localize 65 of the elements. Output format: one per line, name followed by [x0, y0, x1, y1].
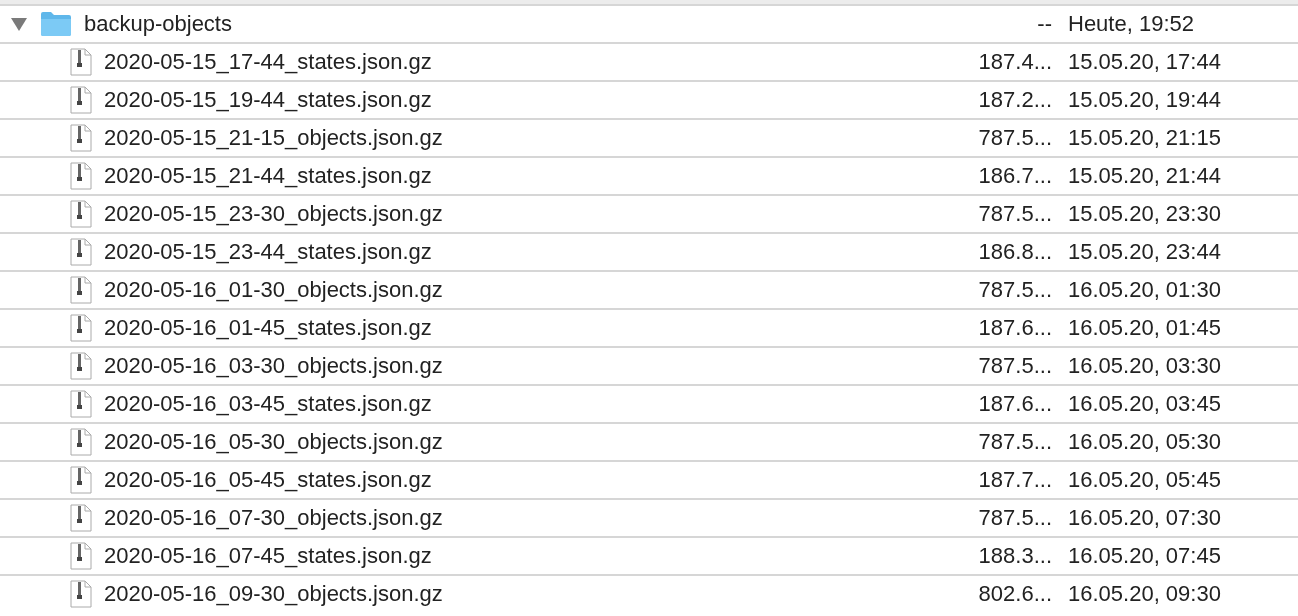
- file-name[interactable]: 2020-05-15_17-44_states.json.gz: [104, 49, 432, 75]
- file-size: 187.2...: [977, 87, 1052, 113]
- modified-date: 15.05.20, 17:44: [1067, 49, 1222, 75]
- modified-date: 16.05.20, 05:45: [1067, 467, 1222, 493]
- file-name[interactable]: 2020-05-16_07-30_objects.json.gz: [104, 505, 443, 531]
- folder-name[interactable]: backup-objects: [84, 11, 232, 37]
- triangle-down-icon[interactable]: [10, 16, 28, 32]
- file-name[interactable]: 2020-05-16_05-45_states.json.gz: [104, 467, 432, 493]
- file-size: 787.5...: [977, 125, 1052, 151]
- file-name[interactable]: 2020-05-16_01-45_states.json.gz: [104, 315, 432, 341]
- file-size: 787.5...: [977, 353, 1052, 379]
- modified-date: 16.05.20, 01:30: [1067, 277, 1222, 303]
- zip-file-icon: [70, 428, 92, 456]
- file-name[interactable]: 2020-05-15_19-44_states.json.gz: [104, 87, 432, 113]
- file-size: 787.5...: [977, 429, 1052, 455]
- file-name[interactable]: 2020-05-16_01-30_objects.json.gz: [104, 277, 443, 303]
- zip-file-icon: [70, 466, 92, 494]
- modified-date: 16.05.20, 03:30: [1067, 353, 1222, 379]
- file-size: 187.6...: [977, 391, 1052, 417]
- file-size: 802.6...: [977, 581, 1052, 607]
- file-name[interactable]: 2020-05-16_03-30_objects.json.gz: [104, 353, 443, 379]
- modified-date: 15.05.20, 23:44: [1067, 239, 1222, 265]
- file-name[interactable]: 2020-05-16_09-30_objects.json.gz: [104, 581, 443, 607]
- zip-file-icon: [70, 504, 92, 532]
- zip-file-icon: [70, 86, 92, 114]
- file-size: 187.4...: [977, 49, 1052, 75]
- zip-file-icon: [70, 124, 92, 152]
- file-name[interactable]: 2020-05-16_03-45_states.json.gz: [104, 391, 432, 417]
- file-size: 787.5...: [977, 277, 1052, 303]
- zip-file-icon: [70, 542, 92, 570]
- file-name[interactable]: 2020-05-15_23-44_states.json.gz: [104, 239, 432, 265]
- zip-file-icon: [70, 162, 92, 190]
- zip-file-icon: [70, 352, 92, 380]
- zip-file-icon: [70, 48, 92, 76]
- file-size: 188.3...: [977, 543, 1052, 569]
- file-size: 787.5...: [977, 505, 1052, 531]
- zip-file-icon: [70, 580, 92, 608]
- modified-date: 16.05.20, 09:30: [1067, 581, 1222, 607]
- modified-date: 16.05.20, 07:45: [1067, 543, 1222, 569]
- zip-file-icon: [70, 238, 92, 266]
- file-size: 187.7...: [977, 467, 1052, 493]
- file-name[interactable]: 2020-05-15_21-15_objects.json.gz: [104, 125, 443, 151]
- modified-date: 16.05.20, 03:45: [1067, 391, 1222, 417]
- file-name[interactable]: 2020-05-15_23-30_objects.json.gz: [104, 201, 443, 227]
- zip-file-icon: [70, 200, 92, 228]
- file-name[interactable]: 2020-05-15_21-44_states.json.gz: [104, 163, 432, 189]
- modified-date: 15.05.20, 21:15: [1067, 125, 1222, 151]
- modified-date: 16.05.20, 05:30: [1067, 429, 1222, 455]
- zip-file-icon: [70, 276, 92, 304]
- file-size: 787.5...: [977, 201, 1052, 227]
- modified-date: 15.05.20, 23:30: [1067, 201, 1222, 227]
- zip-file-icon: [70, 314, 92, 342]
- modified-date: 15.05.20, 19:44: [1067, 87, 1222, 113]
- zip-file-icon: [70, 390, 92, 418]
- modified-date: Heute, 19:52: [1067, 11, 1195, 37]
- file-size: 187.6...: [977, 315, 1052, 341]
- file-name[interactable]: 2020-05-16_05-30_objects.json.gz: [104, 429, 443, 455]
- modified-date: 16.05.20, 01:45: [1067, 315, 1222, 341]
- file-size: 186.7...: [977, 163, 1052, 189]
- folder-icon: [40, 11, 72, 37]
- modified-date: 15.05.20, 21:44: [1067, 163, 1222, 189]
- file-size: 186.8...: [977, 239, 1052, 265]
- modified-date: 16.05.20, 07:30: [1067, 505, 1222, 531]
- file-name[interactable]: 2020-05-16_07-45_states.json.gz: [104, 543, 432, 569]
- file-size: --: [1036, 11, 1052, 37]
